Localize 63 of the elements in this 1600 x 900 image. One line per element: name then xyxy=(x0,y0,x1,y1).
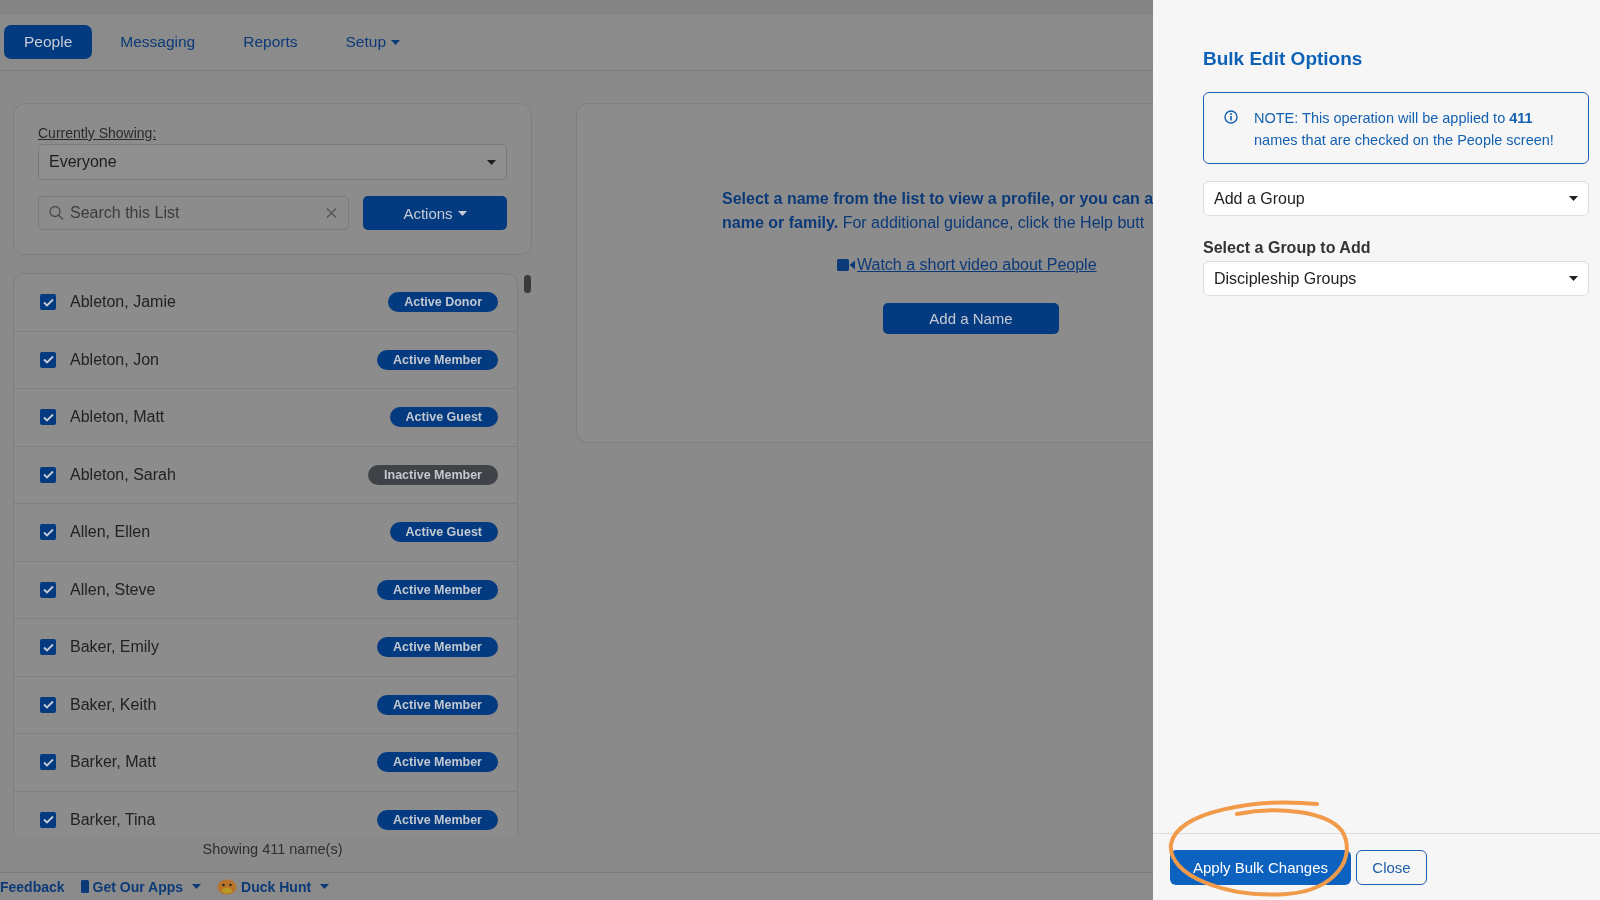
search-icon xyxy=(49,205,64,221)
action-select[interactable]: Add a Group xyxy=(1203,181,1589,216)
footer-link[interactable]: Feedback xyxy=(0,878,65,895)
checkbox[interactable] xyxy=(40,524,56,541)
add-name-button[interactable]: Add a Name xyxy=(883,303,1059,334)
filter-select[interactable]: Everyone xyxy=(38,144,507,180)
person-name[interactable]: Ableton, Sarah xyxy=(70,465,369,484)
panel-title: Bulk Edit Options xyxy=(1203,48,1364,70)
footer-link[interactable]: Get Our Apps xyxy=(80,878,202,895)
footer-link[interactable]: Duck Hunt xyxy=(217,878,330,895)
caret-icon xyxy=(1569,196,1578,201)
search-field[interactable]: Search this List xyxy=(38,196,349,230)
checkbox[interactable] xyxy=(40,466,56,483)
nav-tab[interactable]: People xyxy=(4,25,93,59)
person-name[interactable]: Allen, Steve xyxy=(70,580,378,599)
group-label: Select a Group to Add xyxy=(1203,239,1372,257)
caret-icon xyxy=(457,210,467,216)
status-badge: Active Member xyxy=(377,349,498,370)
checkbox[interactable] xyxy=(40,754,56,771)
caret-icon xyxy=(487,159,496,165)
checkbox[interactable] xyxy=(40,581,56,598)
filter-label: Currently Showing: xyxy=(38,125,157,141)
person-name[interactable]: Baker, Keith xyxy=(70,695,378,714)
status-badge: Active Guest xyxy=(389,407,498,428)
checkbox[interactable] xyxy=(40,696,56,713)
scrollbar-thumb[interactable] xyxy=(524,275,531,293)
status-badge: Active Donor xyxy=(388,292,498,313)
apply-button[interactable]: Apply Bulk Changes xyxy=(1170,850,1351,885)
person-name[interactable]: Allen, Ellen xyxy=(70,523,390,542)
person-name[interactable]: Ableton, Jamie xyxy=(70,293,389,312)
status-badge: Active Member xyxy=(377,637,498,658)
status-badge: Active Member xyxy=(377,694,498,715)
checkbox[interactable] xyxy=(40,351,56,368)
duck-icon xyxy=(217,878,238,895)
phone-icon xyxy=(80,880,89,893)
checkbox[interactable] xyxy=(40,294,56,311)
person-name[interactable]: Baker, Emily xyxy=(70,638,378,657)
actions-button[interactable]: Actions xyxy=(363,196,507,230)
nav-tab[interactable]: Reports xyxy=(223,25,318,59)
checkbox[interactable] xyxy=(40,409,56,426)
status-badge: Active Guest xyxy=(389,522,498,543)
intro-text: name or family. For additional guidance, click the Help butt xyxy=(722,213,1145,233)
person-name[interactable]: Ableton, Jon xyxy=(70,350,378,369)
close-button[interactable]: Close xyxy=(1356,850,1427,885)
person-name[interactable]: Ableton, Matt xyxy=(70,408,390,427)
nav-tab[interactable]: Messaging xyxy=(100,25,216,59)
nav-tab[interactable]: Setup xyxy=(325,25,421,59)
note-text: NOTE: This operation will be applied to 411 names that are checked on the People screen! xyxy=(1254,109,1555,150)
video-link[interactable]: Watch a short video about People xyxy=(837,256,1097,274)
status-badge: Active Member xyxy=(377,752,498,773)
caret-icon xyxy=(1569,276,1578,281)
status-badge: Inactive Member xyxy=(368,464,498,485)
status-badge: Active Member xyxy=(377,579,498,600)
video-camera-icon xyxy=(837,259,855,271)
list-count: Showing 411 name(s) xyxy=(201,841,344,857)
status-badge: Active Member xyxy=(377,809,498,830)
info-icon xyxy=(1224,110,1238,124)
group-select[interactable]: Discipleship Groups xyxy=(1203,261,1589,296)
checkbox[interactable] xyxy=(40,639,56,656)
person-name[interactable]: Barker, Tina xyxy=(70,810,378,829)
checkbox[interactable] xyxy=(40,811,56,828)
person-name[interactable]: Barker, Matt xyxy=(70,753,378,772)
intro-text: Select a name from the list to view a profile, or you can a xyxy=(722,189,1154,209)
